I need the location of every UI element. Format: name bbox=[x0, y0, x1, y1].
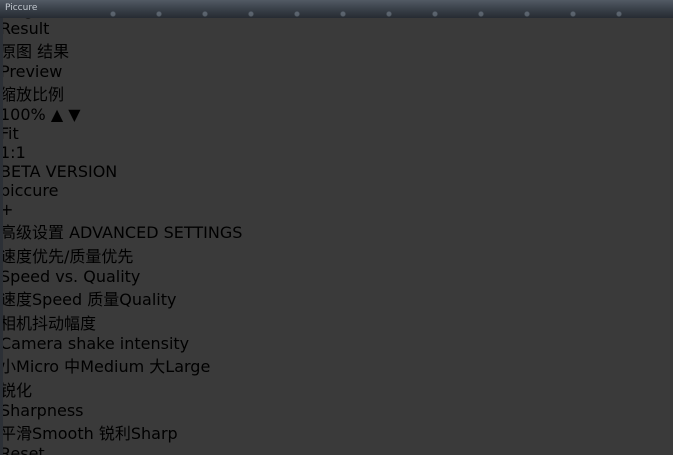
zoom-level-value: 100% bbox=[0, 105, 46, 124]
tick-quality: 质量Quality bbox=[87, 290, 176, 309]
beta-version-label: BETA VERSION bbox=[0, 162, 673, 181]
actual-size-button[interactable]: 1:1 bbox=[0, 143, 673, 162]
speed-quality-ticks: 速度Speed 质量Quality bbox=[0, 286, 673, 310]
titlebar-texture bbox=[90, 0, 653, 18]
tab-result-overlay: 结果 bbox=[37, 42, 69, 61]
tick-smooth: 平滑Smooth bbox=[0, 424, 94, 443]
reset-button[interactable]: Reset bbox=[0, 444, 673, 455]
window-title: Piccure bbox=[5, 3, 37, 13]
speed-quality-overlay: 速度优先/质量优先 bbox=[0, 247, 133, 266]
spinner-down-icon[interactable]: ▼ bbox=[68, 105, 80, 124]
spinner-up-icon[interactable]: ▲ bbox=[51, 105, 63, 124]
brand-name: piccure bbox=[0, 181, 673, 200]
speed-quality-title: Speed vs. Quality bbox=[0, 267, 673, 286]
tick-sharp: 锐利Sharp bbox=[99, 424, 178, 443]
shake-intensity-title: Camera shake intensity bbox=[0, 334, 673, 353]
advanced-settings-label: ADVANCED SETTINGS bbox=[69, 223, 242, 242]
advanced-settings-overlay: 高级设置 bbox=[0, 223, 64, 242]
shake-intensity-overlay: 相机抖动幅度 bbox=[0, 314, 96, 333]
preview-photo[interactable]: Preview bbox=[0, 62, 673, 81]
sharpness-overlay: 锐化 bbox=[0, 381, 32, 400]
window-left-edge bbox=[0, 18, 3, 455]
tick-speed: 速度Speed bbox=[0, 290, 82, 309]
bottom-toolbar: 缩放比例 100% ▲ ▼ Fit 1:1 bbox=[0, 81, 673, 162]
tick-micro: 小Micro bbox=[0, 357, 59, 376]
tick-large: 大Large bbox=[149, 357, 210, 376]
shake-intensity-ticks: 小Micro 中Medium 大Large bbox=[0, 353, 673, 377]
piccure-window: Piccure Original Result 原图 结果 bbox=[0, 0, 673, 455]
zoom-level-dropdown[interactable]: 100% ▲ ▼ bbox=[0, 105, 673, 124]
sharpness-title: Sharpness bbox=[0, 401, 673, 420]
window-right-edge bbox=[657, 18, 673, 455]
zoom-spinner[interactable]: ▲ ▼ bbox=[51, 105, 81, 124]
tab-original-overlay: 原图 bbox=[0, 42, 32, 61]
settings-sidebar: BETA VERSION piccure bbox=[0, 162, 673, 455]
sharpness-ticks: 平滑Smooth 锐利Sharp bbox=[0, 420, 673, 444]
tick-medium: 中Medium bbox=[64, 357, 144, 376]
fit-button[interactable]: Fit bbox=[0, 124, 673, 143]
advanced-settings-header[interactable]: 高级设置 ADVANCED SETTINGS bbox=[0, 219, 673, 243]
title-bar[interactable]: Piccure bbox=[0, 0, 673, 18]
zoom-ratio-overlay: 缩放比例 bbox=[0, 85, 64, 104]
tab-result[interactable]: Result bbox=[0, 19, 673, 38]
preview-badge: Preview bbox=[0, 62, 673, 81]
